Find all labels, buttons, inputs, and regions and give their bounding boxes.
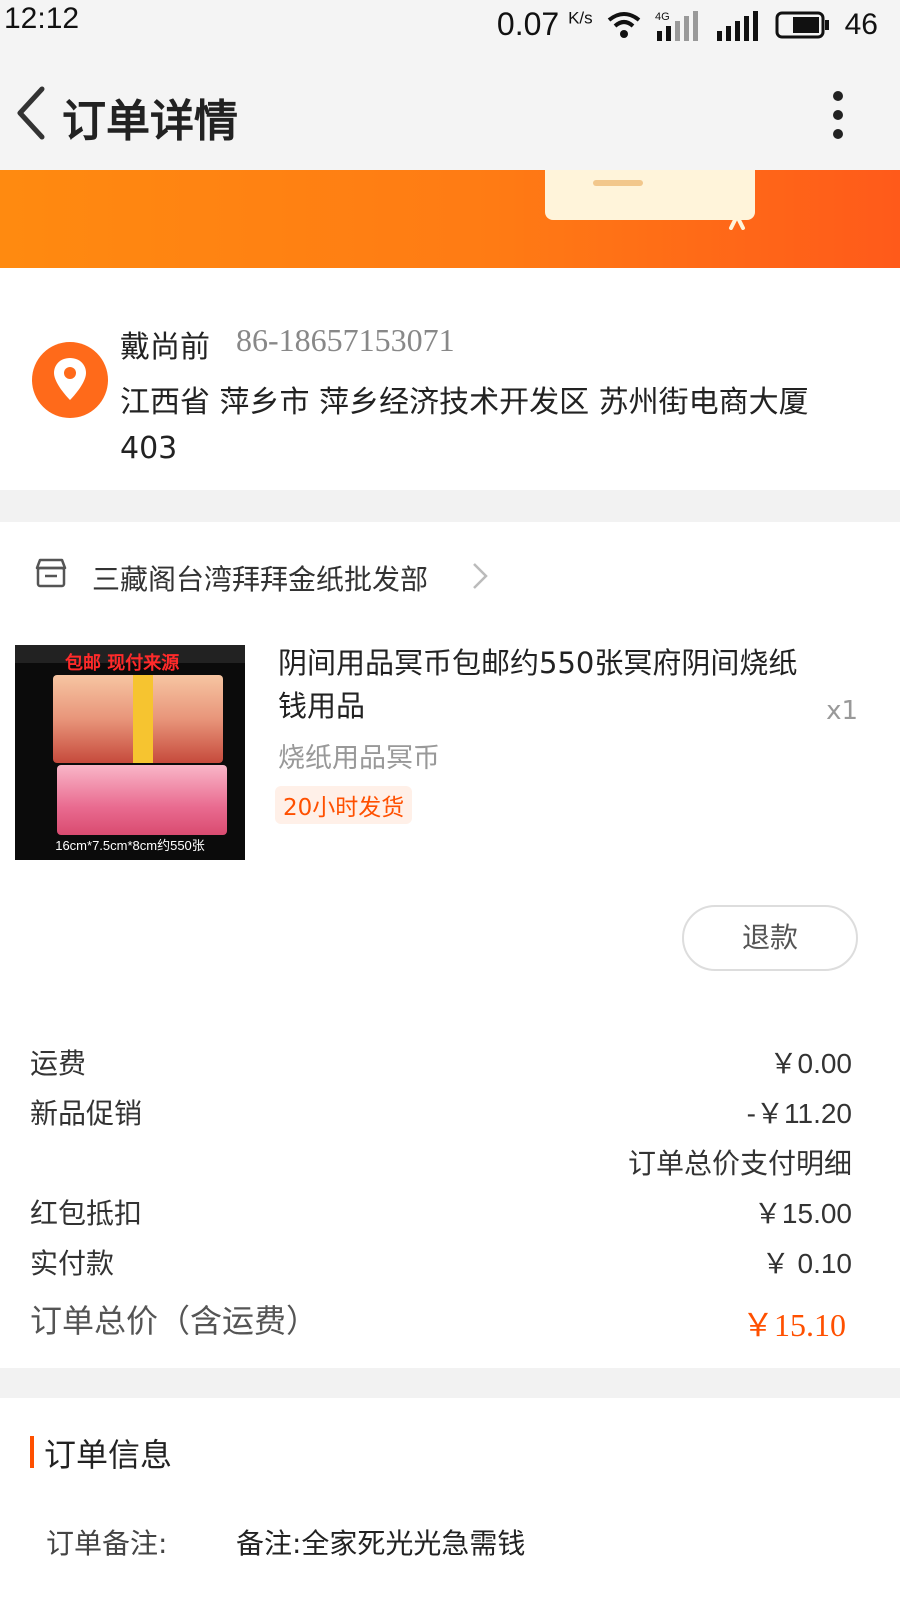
fee-label: 红包抵扣 bbox=[30, 1197, 143, 1230]
product-quantity: x1 bbox=[826, 696, 858, 726]
fee-label: 新品促销 bbox=[30, 1097, 143, 1130]
person-illustration bbox=[727, 189, 747, 230]
product-image[interactable]: 包邮 现付来源 16cm*7.5cm*8cm约550张 bbox=[15, 645, 245, 860]
image-caption: 16cm*7.5cm*8cm约550张 bbox=[55, 838, 205, 853]
package-illustration bbox=[545, 170, 755, 220]
battery-percent: 46 bbox=[844, 7, 878, 41]
fee-label: 运费 bbox=[30, 1047, 87, 1080]
recipient-name: 戴尚前 bbox=[120, 330, 210, 365]
recipient-phone: 86-18657153071 bbox=[236, 322, 455, 358]
status-time: 12:12 bbox=[4, 2, 80, 35]
total-value: ￥15.10 bbox=[741, 1307, 846, 1343]
title-bar: 订单详情 bbox=[0, 55, 900, 170]
product-sku: 烧纸用品冥币 bbox=[278, 743, 440, 774]
fee-label: 实付款 bbox=[30, 1247, 115, 1280]
chevron-right-icon[interactable] bbox=[470, 560, 490, 592]
payment-detail-link[interactable]: 订单总价支付明细 bbox=[628, 1142, 852, 1182]
order-info-title: 订单信息 bbox=[44, 1436, 173, 1474]
status-bar: 12:12 0.07 K/s 4G 46 bbox=[0, 0, 900, 55]
network-speed: 0.07 K/s bbox=[496, 6, 593, 42]
remark-value: 备注:全家死光光急需钱 bbox=[236, 1527, 526, 1560]
banknote-stack bbox=[57, 765, 227, 835]
order-info-card bbox=[0, 1398, 900, 1600]
location-pin-icon bbox=[32, 342, 108, 418]
fee-value: ￥15.00 bbox=[753, 1198, 852, 1229]
product-title[interactable]: 阴间用品冥币包邮约550张冥府阴间烧纸钱用品 bbox=[278, 642, 808, 728]
fee-value: ￥0.00 bbox=[769, 1048, 853, 1079]
svg-text:4G: 4G bbox=[655, 11, 670, 23]
total-label: 订单总价（含运费） bbox=[30, 1302, 319, 1340]
more-options-icon[interactable] bbox=[826, 90, 850, 140]
back-arrow-icon[interactable] bbox=[10, 83, 54, 143]
recipient-address: 江西省 萍乡市 萍乡经济技术开发区 苏州街电商大厦403 bbox=[120, 385, 809, 466]
banknote-band bbox=[133, 675, 153, 763]
remark-label: 订单备注: bbox=[46, 1527, 168, 1560]
shop-name[interactable]: 三藏阁台湾拜拜金纸批发部 bbox=[92, 558, 428, 598]
signal-icon bbox=[716, 10, 758, 41]
refund-button[interactable]: 退款 bbox=[682, 905, 858, 971]
status-banner bbox=[0, 170, 900, 268]
section-accent-bar bbox=[30, 1436, 34, 1468]
signal-4g-icon: 4G bbox=[655, 10, 698, 41]
shipping-tag: 20小时发货 bbox=[275, 786, 413, 824]
fee-value: -￥11.20 bbox=[746, 1098, 852, 1129]
shop-icon bbox=[35, 558, 67, 588]
battery-icon bbox=[775, 11, 829, 38]
wifi-icon bbox=[607, 11, 640, 38]
image-banner-text: 包邮 现付来源 bbox=[65, 653, 180, 674]
status-icons: 0.07 K/s 4G 46 bbox=[497, 6, 878, 43]
fee-value: ￥ 0.10 bbox=[761, 1248, 852, 1279]
page-title: 订单详情 bbox=[62, 96, 238, 147]
